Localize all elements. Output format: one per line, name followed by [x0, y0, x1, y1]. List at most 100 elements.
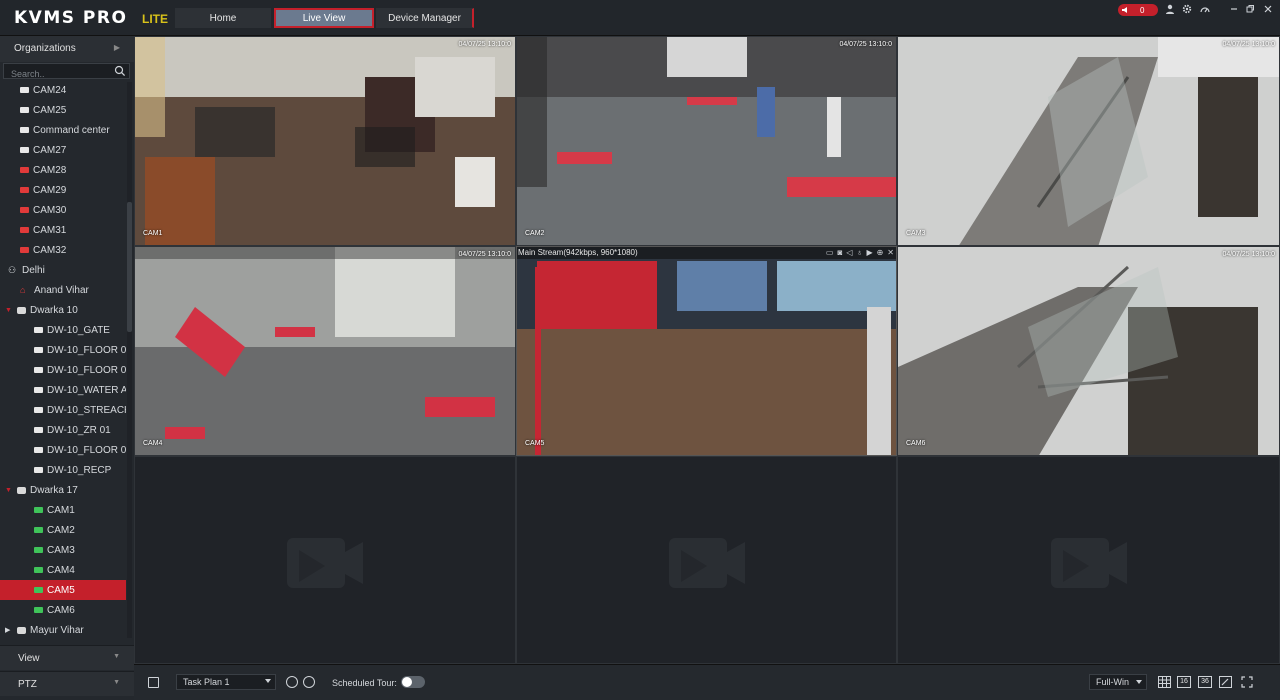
tree-item[interactable]: ⌂ Anand Vihar [0, 280, 126, 300]
tree-item[interactable]: DW-10_WATER AF [0, 380, 126, 400]
layout-16-button[interactable]: 16 [1177, 676, 1191, 688]
tree-item[interactable]: CAM30 [0, 200, 126, 220]
performance-icon[interactable] [1199, 4, 1211, 16]
tree-item-label: CAM3 [47, 544, 75, 556]
window-mode-select[interactable]: Full-Win [1089, 674, 1147, 690]
no-video-icon [287, 538, 363, 588]
video-tile-5-selected[interactable]: Main Stream(942kbps, 960*1080) ▭ ◙ ◁ ♁ ▶… [516, 246, 897, 456]
ptz-section[interactable]: PTZ ▼ [0, 671, 134, 696]
gear-icon[interactable] [1181, 4, 1193, 16]
edit-layout-icon[interactable] [1219, 676, 1232, 688]
tree-item[interactable]: CAM29 [0, 180, 126, 200]
tree-item-label: CAM6 [47, 604, 75, 616]
tree-scrollbar[interactable] [127, 82, 132, 638]
audio-icon[interactable]: ◁ [846, 247, 852, 259]
scroll-thumb[interactable] [127, 202, 132, 332]
fisheye-icon[interactable]: ▭ [826, 247, 834, 259]
scheduled-tour-toggle[interactable] [401, 676, 425, 688]
search-input[interactable] [4, 67, 109, 81]
video-tile-empty-9[interactable] [897, 456, 1280, 664]
video-tile-empty-8[interactable] [516, 456, 897, 664]
tab-device-manager[interactable]: Device Manager [376, 8, 474, 28]
tab-home[interactable]: Home [175, 8, 271, 28]
camera-icon [34, 447, 43, 453]
user-icon[interactable] [1164, 4, 1176, 16]
tree-item[interactable]: DW-10_FLOOR 03 [0, 440, 126, 460]
camera-icon [34, 327, 43, 333]
video-grid: 04/07/25 13:10:0 CAM1 04/07/25 13:10:0 C… [134, 36, 1280, 664]
refresh-icon[interactable] [286, 676, 298, 688]
tree-item[interactable]: DW-10_ZR 01 [0, 420, 126, 440]
no-video-icon [668, 538, 745, 588]
tree-item[interactable]: CAM32 [0, 240, 126, 260]
tree-item-label: CAM31 [33, 224, 67, 236]
playback-icon[interactable]: ▶ [866, 247, 872, 259]
tree-item-label: DW-10_WATER AF [47, 384, 126, 396]
tree-item[interactable]: CAM24 [0, 82, 126, 100]
layout-36-button[interactable]: 36 [1198, 676, 1212, 688]
tour-settings-icon[interactable] [303, 676, 315, 688]
camera-icon [34, 387, 43, 393]
tree-item[interactable]: CAM2 [0, 520, 126, 540]
tab-live-view[interactable]: Live View [274, 8, 374, 28]
tree-item[interactable]: CAM27 [0, 140, 126, 160]
ptz-label: PTZ [18, 679, 37, 690]
tree-item[interactable]: CAM5 [0, 580, 126, 600]
tree-item[interactable]: CAM31 [0, 220, 126, 240]
tree-item[interactable]: ▼ Dwarka 17 [0, 480, 126, 500]
tree-item[interactable]: ⚇ Delhi [0, 260, 126, 280]
video-tile-empty-7[interactable] [134, 456, 516, 664]
tree-item[interactable]: ▶ Mayur Vihar [0, 620, 126, 638]
organization-icon: ⚇ [8, 265, 17, 275]
view-section[interactable]: View ▼ [0, 645, 134, 670]
video-tile-2[interactable]: 04/07/25 13:10:0 CAM2 [516, 36, 897, 246]
video-tile-1[interactable]: 04/07/25 13:10:0 CAM1 [134, 36, 516, 246]
expand-icon[interactable]: ▶ [5, 626, 13, 634]
layout-grid-icon[interactable] [1158, 676, 1171, 688]
tree-item-label: Command center [33, 124, 110, 136]
snapshot-icon[interactable]: ◙ [837, 247, 842, 259]
alarm-badge[interactable]: 0 [1118, 4, 1158, 16]
no-video-icon [1050, 538, 1127, 588]
tree-item[interactable]: CAM25 [0, 100, 126, 120]
close-tile-icon[interactable]: ✕ [887, 247, 894, 259]
tile-camera-name: CAM3 [906, 230, 926, 237]
camera-icon [20, 247, 29, 253]
video-tile-4[interactable]: 04/07/25 13:10:0 CAM4 [134, 246, 516, 456]
timestamp: 04/07/25 13:10:0 [839, 41, 892, 48]
tree-item[interactable]: Command center [0, 120, 126, 140]
tree-item[interactable]: CAM3 [0, 540, 126, 560]
video-tile-6[interactable]: 04/07/25 13:10:0 CAM6 [897, 246, 1280, 456]
minimize-icon[interactable] [1228, 4, 1240, 16]
tree-item[interactable]: CAM4 [0, 560, 126, 580]
collapse-icon[interactable]: ▼ [5, 307, 13, 314]
tree-item[interactable]: CAM6 [0, 600, 126, 620]
microphone-icon[interactable]: ♁ [856, 247, 862, 259]
chevron-right-icon: ▶ [113, 43, 120, 52]
restore-icon[interactable] [1244, 4, 1256, 16]
save-view-icon[interactable] [148, 677, 159, 688]
camera-icon [20, 187, 29, 193]
tree-item[interactable]: DW-10_RECP [0, 460, 126, 480]
tree-item[interactable]: DW-10_FLOOR 02 [0, 360, 126, 380]
organizations-header[interactable]: Organizations ▶ [0, 36, 134, 62]
tree-item[interactable]: DW-10_GATE [0, 320, 126, 340]
camera-icon [34, 507, 43, 513]
tree-item[interactable]: CAM1 [0, 500, 126, 520]
collapse-icon[interactable]: ▼ [5, 487, 13, 494]
video-tile-3[interactable]: 04/07/25 13:10:0 CAM3 [897, 36, 1280, 246]
tree-item[interactable]: ▼ Dwarka 10 [0, 300, 126, 320]
window-mode-value: Full-Win [1096, 677, 1129, 687]
tree-item[interactable]: CAM28 [0, 160, 126, 180]
tree-item-label: Delhi [22, 264, 45, 276]
tree-item-label: CAM30 [33, 204, 67, 216]
search-icon[interactable] [114, 65, 126, 77]
stream-info: Main Stream(942kbps, 960*1080) [518, 248, 638, 257]
tree-item-label: CAM32 [33, 244, 67, 256]
tree-item[interactable]: DW-10_FLOOR 01 [0, 340, 126, 360]
fullscreen-icon[interactable] [1240, 676, 1253, 688]
tree-item[interactable]: DW-10_STREACH [0, 400, 126, 420]
task-plan-select[interactable]: Task Plan 1 [176, 674, 276, 690]
zoom-icon[interactable]: ⊕ [877, 247, 884, 259]
close-icon[interactable] [1262, 4, 1274, 16]
